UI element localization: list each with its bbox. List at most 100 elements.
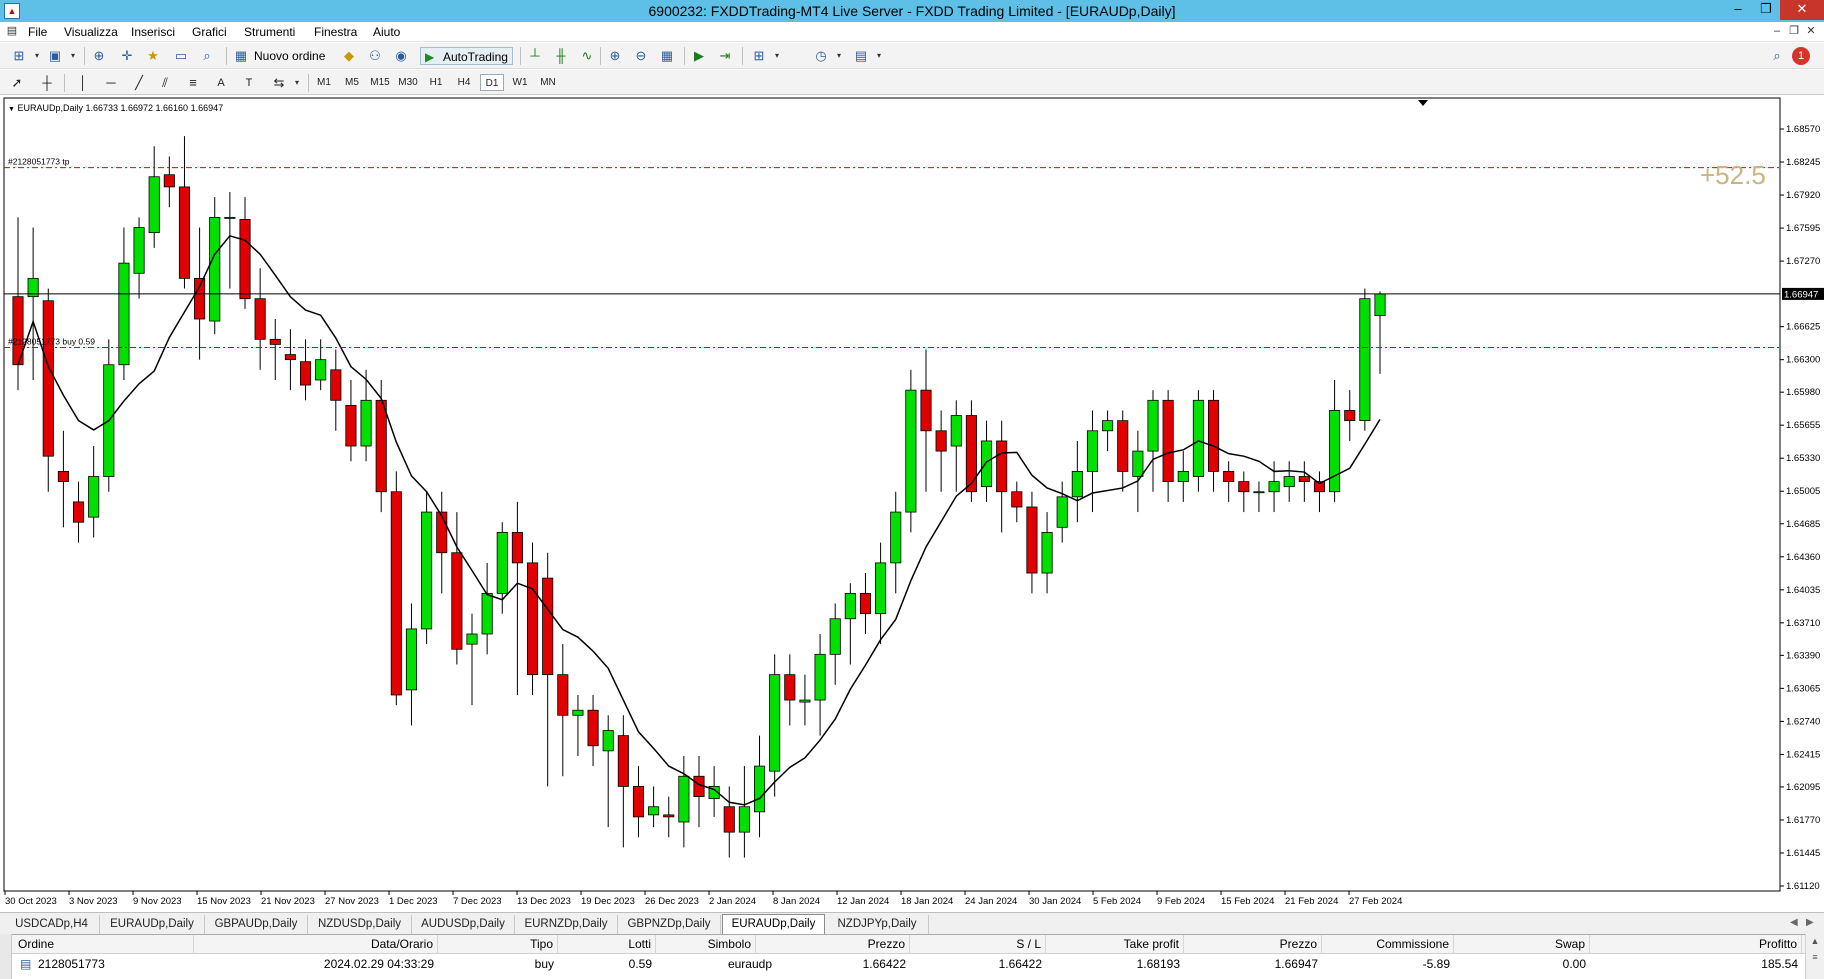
col-simbolo[interactable]: Simbolo xyxy=(656,935,756,954)
chart-tab[interactable]: GBPNZDp,Daily xyxy=(618,915,721,934)
trendline-icon[interactable]: ╱ xyxy=(130,74,148,92)
col-prezzo-current[interactable]: Prezzo xyxy=(1184,935,1322,954)
col-take-profit[interactable]: Take profit xyxy=(1046,935,1184,954)
chart-tab[interactable]: EURNZDp,Daily xyxy=(515,915,618,934)
chart-tab[interactable]: GBPAUDp,Daily xyxy=(205,915,308,934)
horizontal-line-icon[interactable]: ─ xyxy=(102,74,120,92)
col-sl[interactable]: S / L xyxy=(910,935,1046,954)
order-tp[interactable]: 1.68193 xyxy=(1046,955,1184,973)
templates-icon[interactable]: ▤ xyxy=(852,47,870,65)
mdi-restore-icon[interactable]: ❐ xyxy=(1786,24,1802,39)
menu-finestra[interactable]: Finestra xyxy=(314,25,357,39)
tab-scroll-left-icon[interactable]: ◀ xyxy=(1790,917,1798,928)
order-sl[interactable]: 1.66422 xyxy=(910,955,1046,973)
col-profitto[interactable]: Profitto xyxy=(1590,935,1802,954)
crosshair-icon[interactable]: ✛ xyxy=(118,47,136,65)
menu-file[interactable]: File xyxy=(28,25,47,39)
chart-tab[interactable]: AUDUSDp,Daily xyxy=(412,915,515,934)
menu-aiuto[interactable]: Aiuto xyxy=(373,25,400,39)
arrows-icon[interactable]: ⇆ xyxy=(270,74,288,92)
minimize-button[interactable]: – xyxy=(1724,0,1752,20)
chart-tab[interactable]: NZDJPYp,Daily xyxy=(826,915,929,934)
bar-chart-icon[interactable]: ┴ xyxy=(526,47,544,65)
menu-grafici[interactable]: Grafici xyxy=(192,25,227,39)
col-tipo[interactable]: Tipo xyxy=(438,935,558,954)
signals-icon[interactable]: ⚇ xyxy=(366,47,384,65)
timeframe-w1[interactable]: W1 xyxy=(508,74,532,91)
market-watch-icon[interactable]: ⊕ xyxy=(90,47,108,65)
close-button[interactable]: ✕ xyxy=(1780,0,1824,20)
timeframe-m5[interactable]: M5 xyxy=(340,74,364,91)
mdi-close-icon[interactable]: ✕ xyxy=(1803,24,1819,39)
candlestick-icon[interactable]: ╫ xyxy=(552,47,570,65)
chart-window[interactable]: 1.68570 1.68245 1.67920 1.67595 1.67270 1.666… xyxy=(0,96,1824,910)
text-label-icon[interactable]: T xyxy=(240,74,258,92)
bull-candle xyxy=(1041,531,1053,574)
auto-scroll-icon[interactable]: ▶ xyxy=(690,47,708,65)
profiles-icon[interactable]: ▣ xyxy=(46,47,64,65)
terminal-icon[interactable]: ▭ xyxy=(172,47,190,65)
mdi-minimize-icon[interactable]: – xyxy=(1769,24,1785,39)
new-chart-icon[interactable]: ⊞ xyxy=(10,47,28,65)
chart-tab[interactable]: EURAUDp,Daily xyxy=(100,915,205,934)
chevron-down-icon[interactable]: ▾ xyxy=(768,47,786,65)
document-icon[interactable]: ▤ xyxy=(4,24,20,39)
price-chart[interactable]: 1.68570 1.68245 1.67920 1.67595 1.67270 1.666… xyxy=(0,96,1824,910)
col-data-orario[interactable]: Data/Orario xyxy=(194,935,438,954)
cursor-icon[interactable]: ➚ xyxy=(8,74,26,92)
line-chart-icon[interactable]: ∿ xyxy=(578,47,596,65)
vertical-line-icon[interactable]: │ xyxy=(74,74,92,92)
zoom-out-icon[interactable]: ⊖ xyxy=(632,47,650,65)
col-lotti[interactable]: Lotti xyxy=(558,935,656,954)
indicators-icon[interactable]: ⊞ xyxy=(750,47,768,65)
search-icon[interactable]: ⌕ xyxy=(1768,47,1786,65)
chart-tab[interactable]: NZDUSDp,Daily xyxy=(308,915,412,934)
chart-tab[interactable]: USDCADp,H4 xyxy=(4,915,100,934)
col-commissione[interactable]: Commissione xyxy=(1322,935,1454,954)
notification-badge[interactable]: 1 xyxy=(1792,47,1810,65)
text-icon[interactable]: A xyxy=(212,74,230,92)
timeframe-m30[interactable]: M30 xyxy=(396,74,420,91)
timeframe-m1[interactable]: M1 xyxy=(312,74,336,91)
chart-shift-icon[interactable]: ⇥ xyxy=(716,47,734,65)
bull-candle xyxy=(950,415,962,447)
new-order-button[interactable]: Nuovo ordine xyxy=(250,47,329,65)
timeframe-h1[interactable]: H1 xyxy=(424,74,448,91)
chart-tab-active[interactable]: EURAUDp,Daily xyxy=(722,914,825,934)
tile-windows-icon[interactable]: ▦ xyxy=(658,47,676,65)
chevron-down-icon[interactable]: ▾ xyxy=(870,47,888,65)
zoom-in-icon[interactable]: ⊕ xyxy=(606,47,624,65)
timeframe-h4[interactable]: H4 xyxy=(452,74,476,91)
chevron-down-icon[interactable]: ▾ xyxy=(28,47,46,65)
bull-candle xyxy=(1374,293,1386,317)
navigator-icon[interactable]: ★ xyxy=(144,47,162,65)
menu-visualizza[interactable]: Visualizza xyxy=(64,25,118,39)
col-prezzo[interactable]: Prezzo xyxy=(772,935,910,954)
metaeditor-icon[interactable]: ◆ xyxy=(340,47,358,65)
timeframe-mn[interactable]: MN xyxy=(536,74,560,91)
collapse-arrow-icon[interactable]: ▼ xyxy=(8,106,15,113)
crosshair-icon[interactable]: ┼ xyxy=(38,74,56,92)
channel-icon[interactable]: ⫽ xyxy=(156,74,174,92)
strategy-tester-icon[interactable]: ⌕ xyxy=(198,47,216,65)
restore-button[interactable]: ❐ xyxy=(1752,0,1780,20)
terminal-scrollbar[interactable]: ▲ ≡ xyxy=(1805,934,1824,979)
col-swap[interactable]: Swap xyxy=(1454,935,1590,954)
fibonacci-icon[interactable]: ≡ xyxy=(184,74,202,92)
chevron-down-icon[interactable]: ▾ xyxy=(830,47,848,65)
scroll-grip-icon[interactable]: ≡ xyxy=(1806,952,1824,962)
chevron-down-icon[interactable]: ▾ xyxy=(64,47,82,65)
col-ordine[interactable]: Ordine xyxy=(14,935,194,954)
tab-scroll-right-icon[interactable]: ▶ xyxy=(1806,917,1814,928)
new-order-icon[interactable]: ▦ xyxy=(232,47,250,65)
menu-inserisci[interactable]: Inserisci xyxy=(131,25,175,39)
radio-icon[interactable]: ◉ xyxy=(392,47,410,65)
autotrading-button[interactable]: ▶ AutoTrading xyxy=(420,47,513,65)
periods-icon[interactable]: ◷ xyxy=(812,47,830,65)
table-row[interactable]: ▤ 2128051773 2024.02.29 04:33:29 buy 0.5… xyxy=(0,955,1824,973)
menu-strumenti[interactable]: Strumenti xyxy=(244,25,295,39)
timeframe-m15[interactable]: M15 xyxy=(368,74,392,91)
chevron-down-icon[interactable]: ▾ xyxy=(288,74,306,92)
scroll-up-icon[interactable]: ▲ xyxy=(1806,936,1824,946)
timeframe-d1[interactable]: D1 xyxy=(480,74,504,91)
